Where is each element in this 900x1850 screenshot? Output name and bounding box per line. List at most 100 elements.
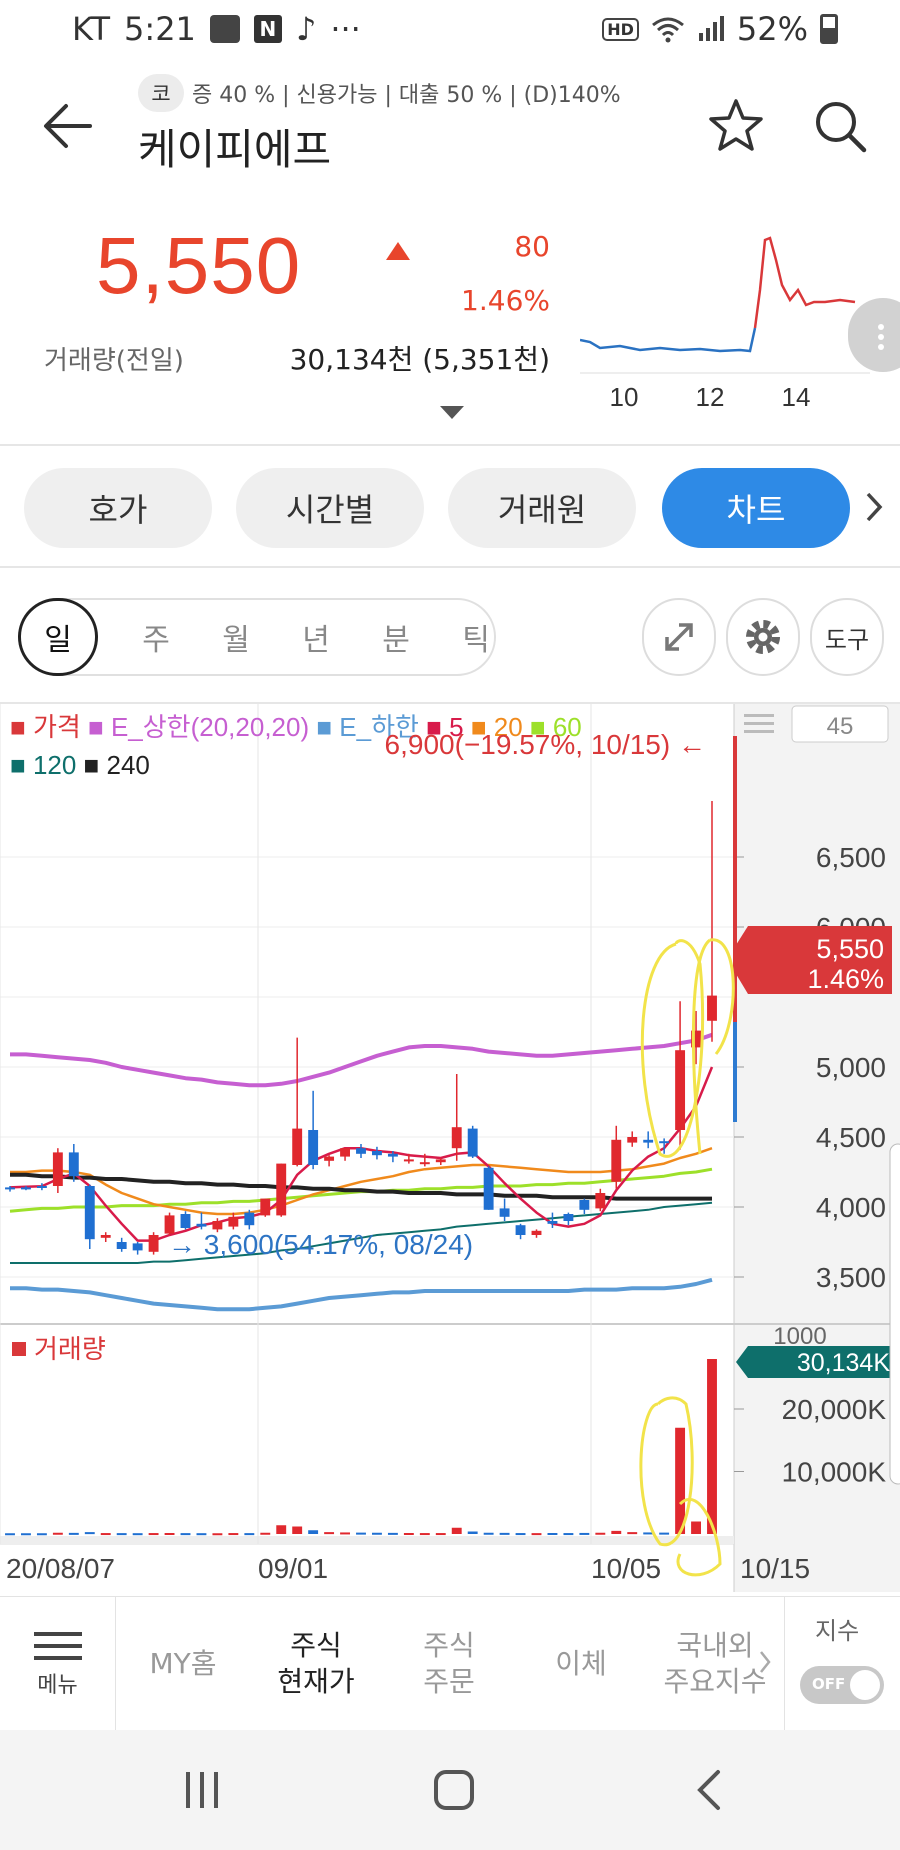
price-change-percent: 1.46%: [461, 284, 550, 317]
recent-apps-icon[interactable]: [182, 1770, 222, 1810]
period-tick[interactable]: 틱: [436, 600, 516, 674]
period-minute[interactable]: 분: [356, 600, 436, 674]
date-scroll-bar: [0, 1536, 734, 1544]
tab-hoga[interactable]: 호가: [24, 468, 212, 548]
nav-stock-quote[interactable]: 주식 현재가: [254, 1597, 378, 1731]
volume-bar: [691, 1521, 701, 1534]
candle-body: [5, 1187, 15, 1190]
volume-bar: [292, 1526, 303, 1534]
legend-label: 120: [26, 750, 84, 780]
period-month[interactable]: 월: [196, 600, 276, 674]
mini-chart-line-down: [580, 327, 757, 353]
legend-swatch: ■: [10, 750, 26, 780]
home-icon[interactable]: [432, 1768, 476, 1812]
price-tick-label: 5,000: [816, 1052, 886, 1083]
volume-bar: [68, 1532, 79, 1535]
intraday-mini-chart[interactable]: 10 12 14: [580, 230, 870, 416]
app-screen: KT 5:21 N ♪ ··· HD 52% 코 증 40 % | 신용가능 |…: [0, 0, 900, 1850]
tab-time[interactable]: 시간별: [236, 468, 424, 548]
period-year[interactable]: 년: [276, 600, 356, 674]
volume-bar: [164, 1533, 175, 1535]
candle-body: [372, 1151, 382, 1156]
nav-stock-order[interactable]: 주식 주문: [390, 1597, 508, 1731]
volume-bar: [180, 1533, 191, 1536]
index-toggle[interactable]: OFF: [800, 1666, 884, 1704]
chart-settings-button[interactable]: [726, 598, 800, 676]
legend-swatch: ■: [84, 750, 100, 780]
volume-bar: [244, 1533, 255, 1536]
tools-button[interactable]: 도구: [810, 598, 884, 676]
toggle-knob: [850, 1670, 880, 1700]
volume-bar: [483, 1532, 494, 1535]
candle-body: [563, 1214, 574, 1221]
volume-bar: [547, 1533, 558, 1535]
volume-bar: [132, 1533, 143, 1536]
hd-voice-icon: HD: [602, 17, 639, 41]
price-badge-value: 5,550: [816, 934, 884, 964]
candle-body: [515, 1225, 526, 1235]
menu-button[interactable]: 메뉴: [0, 1597, 116, 1731]
period-week[interactable]: 주: [116, 600, 196, 674]
date-label: 10/05: [591, 1553, 661, 1584]
volume-bar: [372, 1532, 382, 1535]
volume-tick-label: 20,000K: [782, 1394, 887, 1425]
chart-scroll-handle[interactable]: [889, 1143, 900, 1485]
volume-bar: [340, 1532, 350, 1535]
period-day[interactable]: 일: [18, 598, 98, 676]
candle-body: [52, 1152, 63, 1186]
tab-chart[interactable]: 차트: [662, 468, 850, 548]
date-label: 09/01: [258, 1553, 328, 1584]
chevron-right-icon: [760, 1651, 771, 1673]
volume-bar: [260, 1532, 271, 1535]
nav-my-home[interactable]: MY홈: [128, 1597, 238, 1731]
volume-badge: 30,134K: [736, 1346, 896, 1378]
candle-body: [403, 1159, 414, 1162]
expand-down-icon[interactable]: [440, 406, 464, 419]
volume-bar: [435, 1533, 446, 1536]
hamburger-icon[interactable]: [744, 714, 774, 733]
volume-bar: [627, 1532, 638, 1535]
signal-icon: [698, 16, 724, 41]
back-icon[interactable]: [694, 1768, 724, 1812]
candle-body: [675, 1050, 686, 1130]
candle-body: [196, 1223, 207, 1227]
candle-body: [579, 1200, 590, 1210]
high-annotation: 6,900(−19.57%, 10/15) ←: [385, 729, 706, 760]
mini-chart-xtick: 10: [610, 382, 639, 412]
candle-body: [260, 1198, 271, 1216]
music-note-icon: ♪: [295, 10, 317, 48]
stock-tagline: 증 40 % | 신용가능 | 대출 50 % | (D)140%: [192, 83, 621, 108]
volume-bar: [675, 1427, 686, 1534]
volume-bar: [36, 1533, 47, 1536]
candle-body: [276, 1163, 287, 1216]
chevron-right-icon[interactable]: [862, 490, 886, 524]
date-label: 20/08/07: [6, 1553, 115, 1584]
candle-body: [116, 1242, 127, 1249]
candle-body: [132, 1243, 143, 1251]
range-bar-blue: [733, 1022, 737, 1122]
market-badge: 코: [138, 74, 184, 112]
candle-body: [467, 1128, 478, 1157]
tab-broker[interactable]: 거래원: [448, 468, 636, 548]
more-notifications-icon: ···: [330, 10, 361, 48]
search-icon[interactable]: [810, 96, 870, 156]
index-panel: 지수: [784, 1597, 900, 1731]
volume-bar: [595, 1532, 606, 1535]
volume-label: 거래량(전일): [44, 346, 184, 376]
legend-label: 240: [99, 750, 150, 780]
favorite-star-icon[interactable]: [706, 96, 766, 156]
nav-transfer[interactable]: 이체: [522, 1597, 640, 1731]
volume-bar: [611, 1530, 622, 1534]
bottom-navigation: 메뉴 MY홈 주식 현재가 주식 주문 이체 국내외 주요지수 지수: [0, 1596, 900, 1731]
volume-bar: [387, 1532, 398, 1535]
back-arrow-icon[interactable]: [40, 98, 96, 154]
price-tick-label: 4,000: [816, 1192, 886, 1223]
stock-chart[interactable]: 3,5004,0004,5005,0006,0006,50010,000K20,…: [0, 704, 900, 1592]
low-annotation: → 3,600(54.17%, 08/24): [168, 1229, 473, 1260]
candle-body: [180, 1214, 191, 1228]
chart-legend-row2: ■ 120 ■ 240: [10, 750, 150, 780]
mini-chart-line-up: [753, 236, 856, 329]
volume-bar: [148, 1533, 159, 1536]
hamburger-icon: [33, 1624, 82, 1668]
fullscreen-button[interactable]: [642, 598, 716, 676]
